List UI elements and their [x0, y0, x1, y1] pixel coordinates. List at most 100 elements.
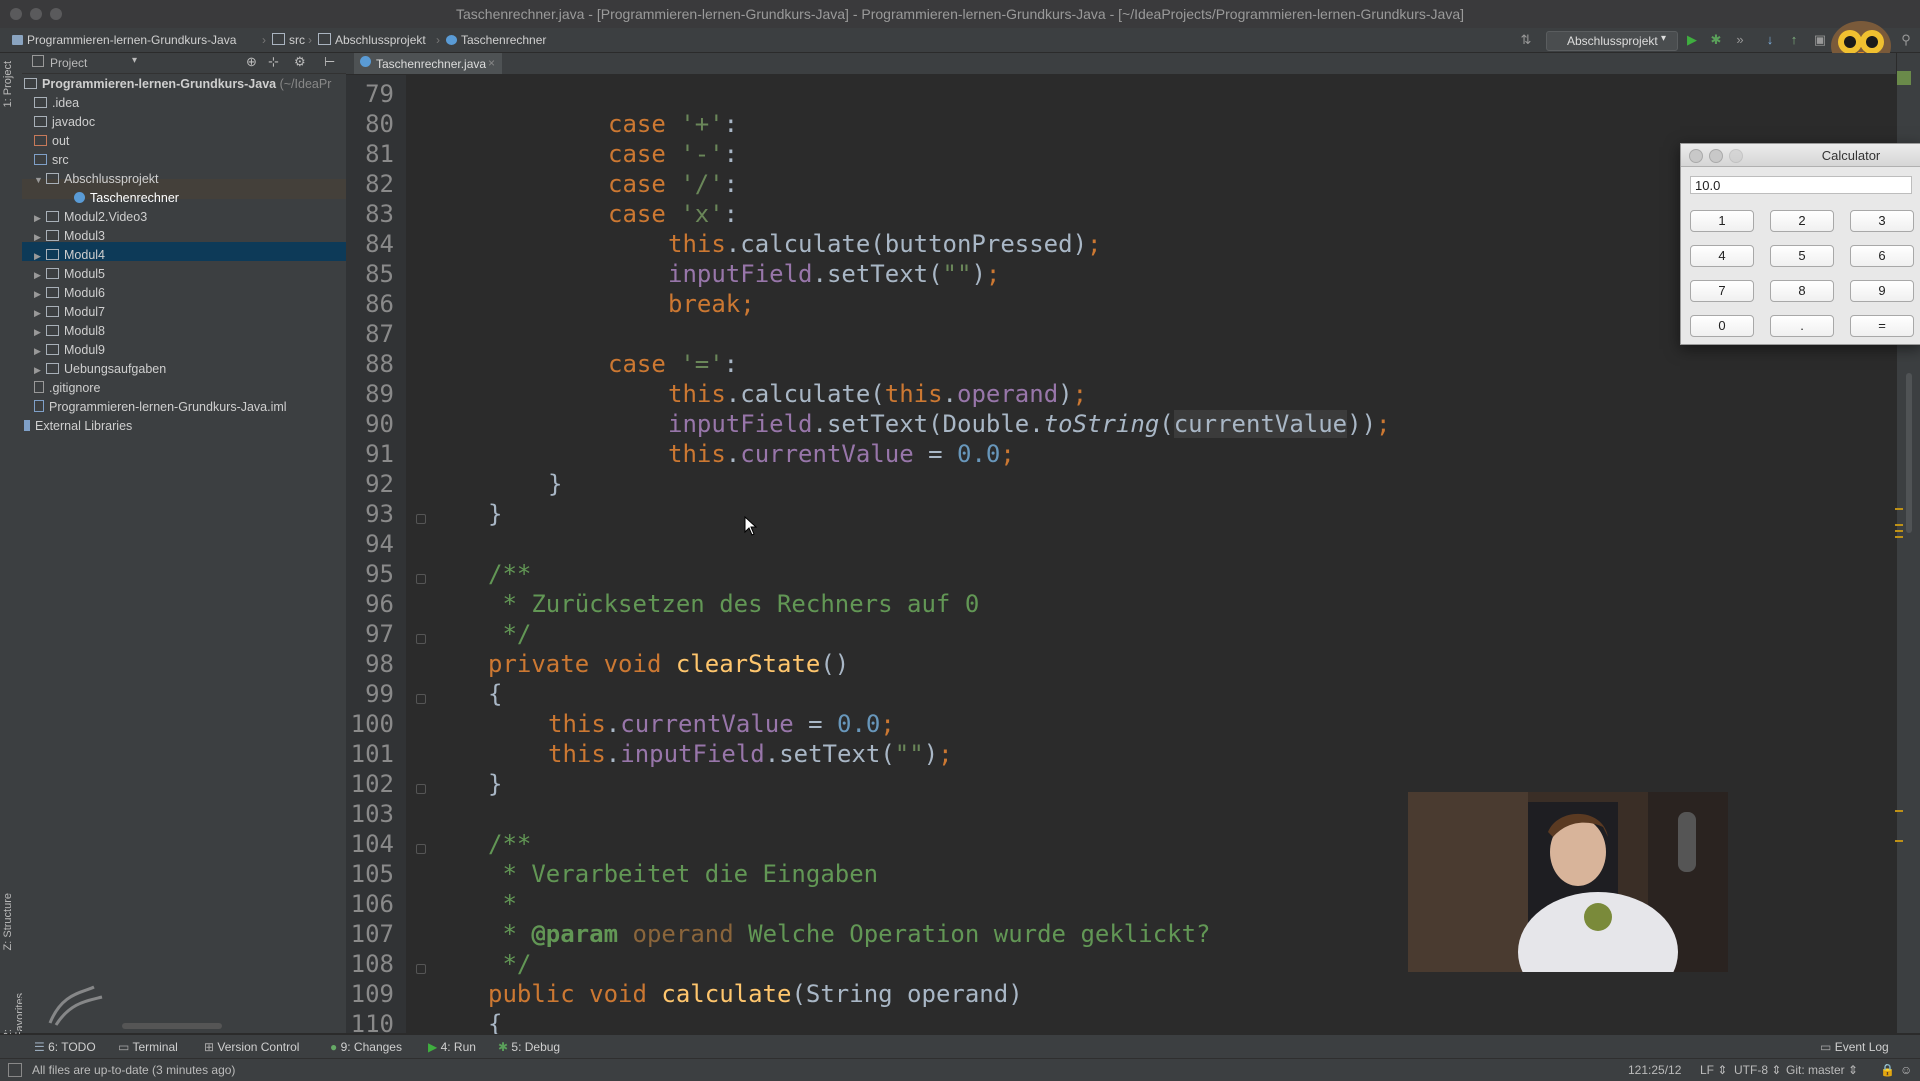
calc-button-2[interactable]: 2	[1770, 210, 1834, 232]
chevron-right-icon[interactable]: ▶	[34, 247, 46, 266]
tree-item-external-libraries[interactable]: External Libraries	[24, 417, 132, 436]
chevron-right-icon[interactable]: ▶	[34, 304, 46, 323]
fold-marker[interactable]	[416, 844, 426, 854]
fold-marker[interactable]	[416, 964, 426, 974]
coverage-icon[interactable]: »	[1732, 33, 1748, 47]
hector-icon[interactable]: ☺	[1900, 1063, 1912, 1077]
calc-button-7[interactable]: 7	[1690, 280, 1754, 302]
tree-item-modul3[interactable]: ▶ Modul3	[34, 227, 105, 246]
calc-button-equals[interactable]: =	[1850, 315, 1914, 337]
close-tab-icon[interactable]: ×	[488, 56, 495, 70]
calc-button-3[interactable]: 3	[1850, 210, 1914, 232]
calc-button-5[interactable]: 5	[1770, 245, 1834, 267]
tree-item-modul9[interactable]: ▶ Modul9	[34, 341, 105, 360]
horizontal-scrollbar[interactable]	[122, 1023, 222, 1029]
chevron-right-icon[interactable]: ▶	[34, 323, 46, 342]
calc-button-9[interactable]: 9	[1850, 280, 1914, 302]
debug-tab[interactable]: ✱ 5: Debug	[498, 1040, 560, 1054]
breadcrumb-project[interactable]: Programmieren-lernen-Grundkurs-Java	[12, 33, 236, 47]
hide-panel-icon[interactable]: ⊢	[324, 54, 335, 70]
locate-icon[interactable]: ⊕	[246, 54, 257, 70]
fold-marker[interactable]	[416, 514, 426, 524]
code-line-92: }	[548, 470, 563, 498]
breadcrumb-package[interactable]: Abschlussprojekt	[318, 33, 426, 47]
lock-icon[interactable]: 🔒	[1880, 1063, 1895, 1077]
caret-position[interactable]: 121:25/12	[1628, 1063, 1681, 1077]
calc-button-4[interactable]: 4	[1690, 245, 1754, 267]
tree-item-javadoc[interactable]: javadoc	[34, 113, 95, 132]
error-stripe-mark[interactable]	[1895, 840, 1903, 842]
project-tool-tab[interactable]: 1: Project	[2, 61, 14, 107]
tree-item-modul4[interactable]: ▶ Modul4	[34, 246, 105, 265]
breadcrumb-class[interactable]: Taschenrechner	[446, 33, 546, 47]
tree-item-taschenrechner[interactable]: Taschenrechner	[74, 189, 179, 208]
tree-item-src[interactable]: src	[34, 151, 69, 170]
tab-taschenrechner-java[interactable]: Taschenrechner.java ×	[354, 53, 502, 74]
error-stripe-mark[interactable]	[1895, 524, 1903, 526]
changes-tab[interactable]: ● 9: Changes	[330, 1040, 402, 1054]
tree-item-modul6[interactable]: ▶ Modul6	[34, 284, 105, 303]
search-icon[interactable]: ⚲	[1898, 33, 1914, 47]
tree-item-modul7[interactable]: ▶ Modul7	[34, 303, 105, 322]
line-number: 98	[365, 650, 394, 678]
vcs-update-icon[interactable]: ↓	[1762, 33, 1778, 47]
code-line-82: case '/':	[608, 170, 739, 198]
tree-item-idea[interactable]: .idea	[34, 94, 79, 113]
line-number: 101	[350, 740, 394, 768]
chevron-updown-icon: ⇕	[1771, 1063, 1782, 1077]
gear-icon[interactable]: ⚙	[294, 54, 306, 70]
tree-root[interactable]: Programmieren-lernen-Grundkurs-Java (~/I…	[24, 75, 331, 94]
structure-tool-tab[interactable]: Z: Structure	[2, 893, 14, 950]
calculator-display[interactable]: 10.0	[1690, 176, 1912, 194]
error-stripe-mark[interactable]	[1895, 810, 1903, 812]
event-log-tab[interactable]: ▭ Event Log	[1820, 1040, 1889, 1054]
error-stripe-mark[interactable]	[1895, 536, 1903, 538]
chevron-down-icon[interactable]: ▼	[34, 171, 46, 190]
debug-icon[interactable]: ✱	[1708, 33, 1724, 47]
settings-icon[interactable]: ▣	[1812, 33, 1828, 47]
terminal-tab[interactable]: ▭ Terminal	[118, 1040, 178, 1054]
git-branch[interactable]: Git: master ⇕	[1786, 1063, 1858, 1077]
breadcrumb-src[interactable]: src	[272, 33, 305, 47]
project-view-dropdown[interactable]: Project	[50, 56, 87, 70]
tool-windows-icon[interactable]	[8, 1063, 22, 1077]
tree-item-abschlussprojekt[interactable]: ▼ Abschlussprojekt	[34, 170, 159, 189]
run-icon[interactable]: ▶	[1684, 33, 1700, 47]
vertical-scrollbar[interactable]	[1906, 373, 1912, 533]
todo-tab[interactable]: ☰ 6: TODO	[34, 1040, 96, 1054]
calc-button-1[interactable]: 1	[1690, 210, 1754, 232]
tree-item-gitignore[interactable]: .gitignore	[34, 379, 100, 398]
build-icon[interactable]: ⇅	[1518, 33, 1534, 47]
chevron-right-icon[interactable]: ▶	[34, 266, 46, 285]
chevron-right-icon[interactable]: ▶	[34, 209, 46, 228]
chevron-down-icon[interactable]: ▾	[132, 55, 137, 66]
error-stripe-mark[interactable]	[1895, 530, 1903, 532]
fold-marker[interactable]	[416, 634, 426, 644]
chevron-right-icon[interactable]: ▶	[34, 361, 46, 380]
fold-marker[interactable]	[416, 784, 426, 794]
tree-item-modul5[interactable]: ▶ Modul5	[34, 265, 105, 284]
run-configuration-dropdown[interactable]: Abschlussprojekt ▾	[1546, 31, 1678, 51]
file-encoding[interactable]: UTF-8 ⇕	[1734, 1063, 1781, 1077]
tree-item-iml[interactable]: Programmieren-lernen-Grundkurs-Java.iml	[34, 398, 287, 417]
chevron-right-icon[interactable]: ▶	[34, 228, 46, 247]
tree-item-uebungsaufgaben[interactable]: ▶ Uebungsaufgaben	[34, 360, 166, 379]
collapse-icon[interactable]: ⊹	[268, 54, 279, 70]
run-tab[interactable]: ▶ 4: Run	[428, 1040, 476, 1054]
tree-item-modul8[interactable]: ▶ Modul8	[34, 322, 105, 341]
chevron-right-icon[interactable]: ▶	[34, 285, 46, 304]
vcs-commit-icon[interactable]: ↑	[1786, 33, 1802, 47]
calc-button-6[interactable]: 6	[1850, 245, 1914, 267]
error-stripe-mark[interactable]	[1895, 508, 1903, 510]
fold-marker[interactable]	[416, 574, 426, 584]
tree-item-modul2-video3[interactable]: ▶ Modul2.Video3	[34, 208, 147, 227]
calc-button-0[interactable]: 0	[1690, 315, 1754, 337]
calc-button-8[interactable]: 8	[1770, 280, 1834, 302]
line-separator[interactable]: LF ⇕	[1700, 1063, 1727, 1077]
inspection-status-icon[interactable]	[1897, 71, 1911, 85]
version-control-tab[interactable]: ⊞ Version Control	[204, 1040, 299, 1054]
calc-button-decimal[interactable]: .	[1770, 315, 1834, 337]
chevron-right-icon[interactable]: ▶	[34, 342, 46, 361]
fold-marker[interactable]	[416, 694, 426, 704]
tree-item-out[interactable]: out	[34, 132, 69, 151]
